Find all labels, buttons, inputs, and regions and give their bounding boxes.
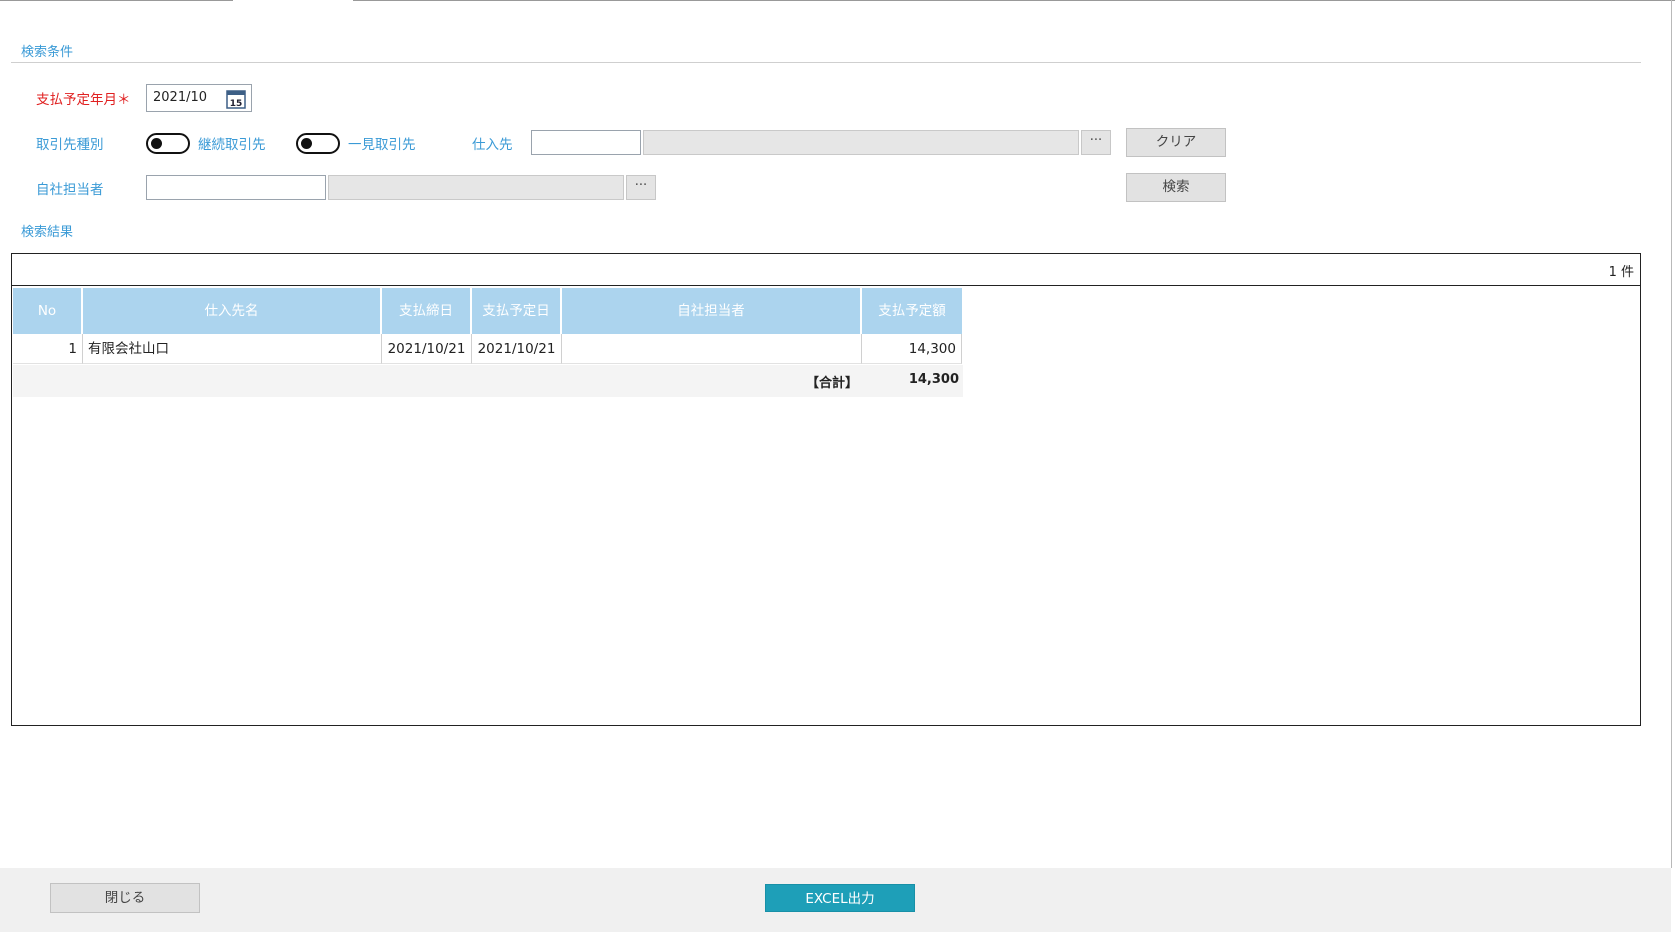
column-header-staff[interactable]: 自社担当者 [562, 288, 862, 334]
column-header-supplier[interactable]: 仕入先名 [83, 288, 382, 334]
column-header-no[interactable]: No [13, 288, 83, 334]
pay-month-label: 支払予定年月＊ [36, 92, 131, 108]
cell-closing-date: 2021/10/21 [382, 334, 472, 364]
cell-staff [562, 334, 862, 364]
toggle-knob [301, 138, 312, 149]
close-button[interactable]: 閉じる [50, 883, 200, 913]
svg-text:15: 15 [230, 99, 243, 109]
pay-month-value: 2021/10 [153, 90, 208, 105]
column-header-closing-date[interactable]: 支払締日 [382, 288, 472, 334]
cell-supplier: 有限会社山口 [83, 334, 382, 364]
right-border [1671, 0, 1672, 868]
cell-no: 1 [13, 334, 83, 364]
onetime-partner-label[interactable]: 一見取引先 [348, 133, 416, 153]
calendar-icon[interactable]: 15 [226, 89, 246, 109]
partner-type-label: 取引先種別 [36, 137, 104, 153]
cell-pay-date: 2021/10/21 [472, 334, 562, 364]
total-label: 【合計】 [806, 376, 859, 391]
continuous-partner-label[interactable]: 継続取引先 [198, 133, 266, 153]
toggle-knob [151, 138, 162, 149]
search-divider [11, 62, 1641, 63]
staff-name-field [328, 175, 624, 200]
staff-code-input[interactable] [146, 175, 326, 200]
column-header-pay-date[interactable]: 支払予定日 [472, 288, 562, 334]
clear-button[interactable]: クリア [1126, 128, 1226, 157]
excel-export-button[interactable]: EXCEL出力 [765, 884, 915, 912]
results-panel: 1 件 No 仕入先名 支払締日 支払予定日 自社担当者 支払予定額 1 有限会… [11, 253, 1641, 726]
onetime-partner-toggle[interactable] [296, 133, 340, 154]
result-count-bar: 1 件 [12, 254, 1640, 286]
total-amount: 14,300 [908, 372, 959, 387]
search-section-title: 検索条件 [21, 45, 74, 60]
staff-lookup-button[interactable]: ··· [626, 175, 656, 200]
search-button[interactable]: 検索 [1126, 173, 1226, 202]
totals-row: 【合計】 14,300 [13, 365, 963, 397]
staff-label: 自社担当者 [36, 182, 104, 198]
results-section-title: 検索結果 [21, 225, 74, 240]
supplier-name-field [643, 130, 1079, 155]
result-count: 1 件 [1608, 265, 1634, 280]
table-row[interactable]: 1 有限会社山口 2021/10/21 2021/10/21 14,300 [13, 334, 963, 364]
continuous-partner-toggle[interactable] [146, 133, 190, 154]
cell-amount: 14,300 [862, 334, 962, 364]
supplier-label: 仕入先 [472, 137, 513, 153]
supplier-lookup-button[interactable]: ··· [1081, 130, 1111, 155]
column-header-amount[interactable]: 支払予定額 [862, 288, 962, 334]
active-tab-gap [233, 0, 353, 2]
supplier-code-input[interactable] [531, 130, 641, 155]
